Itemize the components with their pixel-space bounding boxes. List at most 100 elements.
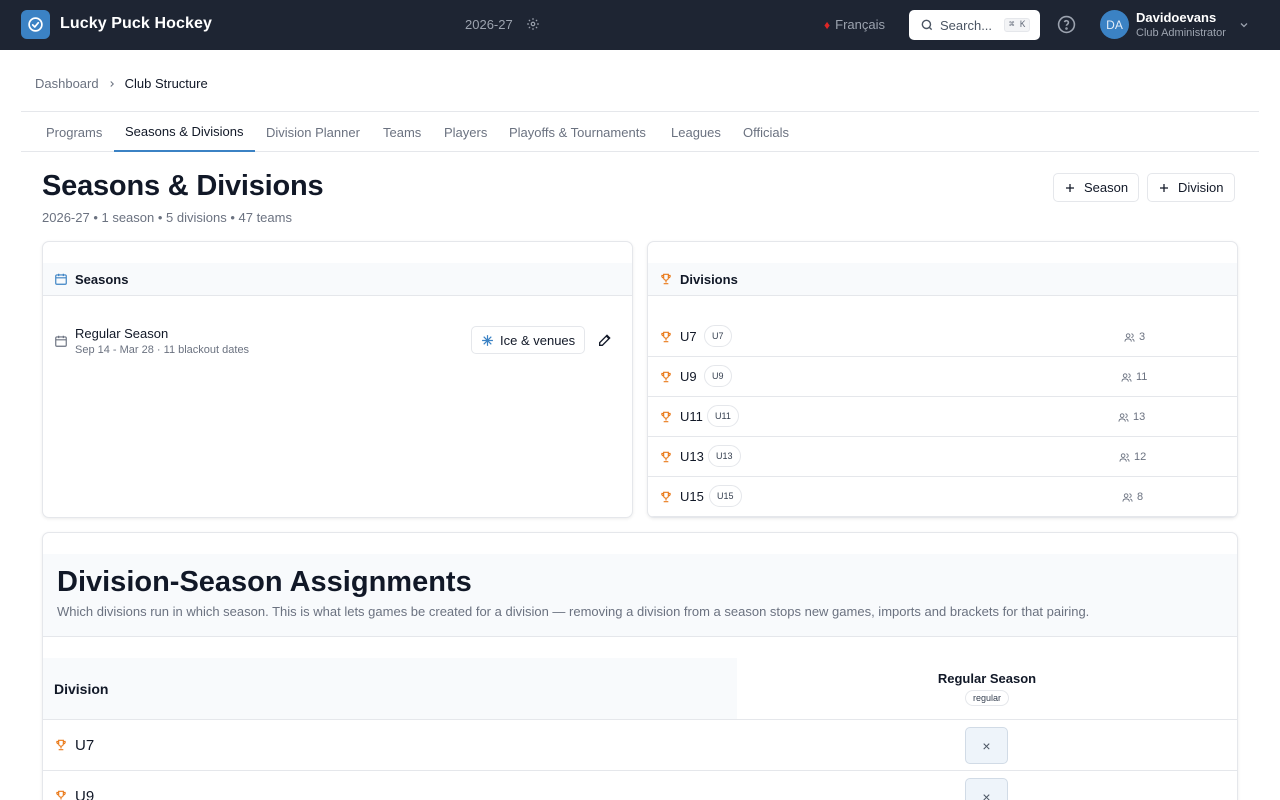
assignments-description: Which divisions run in which season. Thi… (57, 604, 1090, 619)
division-row[interactable]: U13 U13 12 (648, 437, 1237, 477)
division-name: U9 (75, 788, 95, 800)
language-switch[interactable]: ♦ Français (824, 17, 885, 32)
division-code-badge: U7 (704, 325, 732, 347)
tab-programs[interactable]: Programs (35, 112, 113, 152)
tab-bar: Programs Seasons & Divisions Division Pl… (21, 111, 1259, 152)
division-name: U11 (680, 409, 703, 424)
assignments-header: Division-Season Assignments Which divisi… (43, 554, 1237, 637)
assignment-toggle[interactable]: × (965, 778, 1008, 800)
users-icon (1118, 412, 1129, 422)
app-logo-icon[interactable] (21, 10, 50, 39)
division-name: U7 (680, 329, 697, 344)
division-row[interactable]: U15 U15 8 (648, 477, 1237, 517)
division-code-badge: U9 (704, 365, 732, 387)
search-icon (921, 19, 933, 31)
assignments-table-header: Division Regular Season regular (43, 658, 1237, 720)
trophy-icon (661, 451, 671, 463)
tab-teams[interactable]: Teams (372, 112, 432, 152)
tab-players[interactable]: Players (433, 112, 498, 152)
breadcrumb-dashboard[interactable]: Dashboard (35, 76, 99, 91)
gear-icon[interactable] (526, 17, 540, 31)
ice-venues-button[interactable]: Ice & venues (471, 326, 586, 354)
trophy-icon (661, 491, 671, 503)
season-name: Regular Season (75, 326, 169, 341)
division-name: U13 (680, 449, 704, 464)
top-bar: Lucky Puck Hockey 2026-27 ♦ Français Sea… (0, 0, 1280, 50)
add-season-button[interactable]: Season (1053, 173, 1140, 202)
division-row[interactable]: U11 U11 13 (648, 397, 1237, 437)
division-code-badge: U15 (709, 485, 742, 507)
tab-playoffs-tournaments[interactable]: Playoffs & Tournaments (498, 112, 657, 152)
help-icon[interactable] (1057, 15, 1076, 34)
user-name[interactable]: Davidoevans (1136, 10, 1216, 25)
seasons-card-title: Seasons (75, 271, 129, 287)
search-placeholder: Search... (940, 17, 993, 33)
plus-icon (1066, 183, 1074, 192)
table-row: U7 × (43, 720, 1237, 771)
season-dates: Sep 14 - Mar 28 · 11 blackout dates (75, 344, 250, 356)
team-count-value: 13 (1133, 411, 1146, 423)
add-division-button[interactable]: Division (1147, 173, 1235, 202)
users-icon (1121, 372, 1132, 382)
snowflake-icon (482, 334, 493, 346)
division-list: U7 U7 3 U9 U9 11 U11 U11 13 U13 U13 12 U… (648, 317, 1237, 517)
season-row[interactable]: Regular Season Sep 14 - Mar 28 · 11 blac… (43, 322, 632, 362)
trophy-icon (56, 790, 66, 800)
page-subtitle: 2026-27 • 1 season • 5 divisions • 47 te… (42, 210, 292, 225)
team-count-value: 12 (1134, 451, 1147, 463)
trophy-icon (661, 411, 671, 423)
team-count-value: 3 (1139, 331, 1146, 343)
pencil-icon[interactable] (597, 332, 613, 348)
user-role: Club Administrator (1136, 27, 1226, 39)
add-season-label: Season (1084, 180, 1129, 195)
table-row: U9 × (43, 771, 1237, 800)
team-count-value: 8 (1137, 491, 1144, 503)
tab-officials[interactable]: Officials (732, 112, 800, 152)
season-year-selector[interactable]: 2026-27 (465, 17, 513, 32)
app-title[interactable]: Lucky Puck Hockey (60, 15, 212, 33)
trophy-icon (661, 371, 671, 383)
divisions-card-title: Divisions (680, 271, 738, 287)
search-shortcut: ⌘ K (1004, 18, 1031, 32)
tab-leagues[interactable]: Leagues (660, 112, 732, 152)
team-count: 11 (1121, 371, 1147, 383)
breadcrumb-current: Club Structure (124, 76, 208, 91)
team-count-value: 11 (1136, 371, 1148, 383)
language-label: Français (835, 17, 885, 32)
trophy-icon (56, 739, 66, 751)
ice-venues-label: Ice & venues (500, 332, 576, 348)
maple-leaf-icon: ♦ (824, 17, 831, 32)
search-button[interactable]: Search... ⌘ K (909, 10, 1040, 40)
plus-icon (1160, 183, 1168, 192)
calendar-icon (55, 335, 67, 347)
division-name: U7 (75, 737, 95, 754)
calendar-icon (55, 273, 67, 285)
division-code-badge: U11 (707, 405, 739, 427)
team-count: 12 (1119, 451, 1146, 463)
tab-seasons-divisions[interactable]: Seasons & Divisions (114, 112, 255, 152)
team-count: 8 (1122, 491, 1143, 503)
trophy-icon (661, 273, 671, 285)
chevron-right-icon (109, 80, 114, 87)
trophy-icon (661, 331, 671, 343)
division-row[interactable]: U7 U7 3 (648, 317, 1237, 357)
add-division-label: Division (1178, 180, 1224, 195)
assignments-title: Division-Season Assignments (57, 566, 472, 598)
seasons-card: Seasons Regular Season Sep 14 - Mar 28 ·… (42, 241, 633, 518)
chevron-down-icon[interactable] (1238, 19, 1250, 31)
divisions-card-header: Divisions (648, 263, 1237, 296)
season-column-name: Regular Season (937, 671, 1037, 686)
assignment-toggle[interactable]: × (965, 727, 1008, 764)
page-title: Seasons & Divisions (42, 170, 324, 202)
division-row[interactable]: U9 U9 11 (648, 357, 1237, 397)
breadcrumb: Dashboard Club Structure (35, 76, 208, 91)
avatar[interactable]: DA (1100, 10, 1129, 39)
team-count: 3 (1124, 331, 1145, 343)
users-icon (1122, 492, 1133, 502)
season-type-badge: regular (964, 690, 1009, 706)
division-code-badge: U13 (708, 445, 741, 467)
seasons-card-header: Seasons (43, 263, 632, 296)
users-icon (1124, 332, 1135, 342)
column-division: Division (43, 658, 737, 719)
tab-division-planner[interactable]: Division Planner (255, 112, 371, 152)
